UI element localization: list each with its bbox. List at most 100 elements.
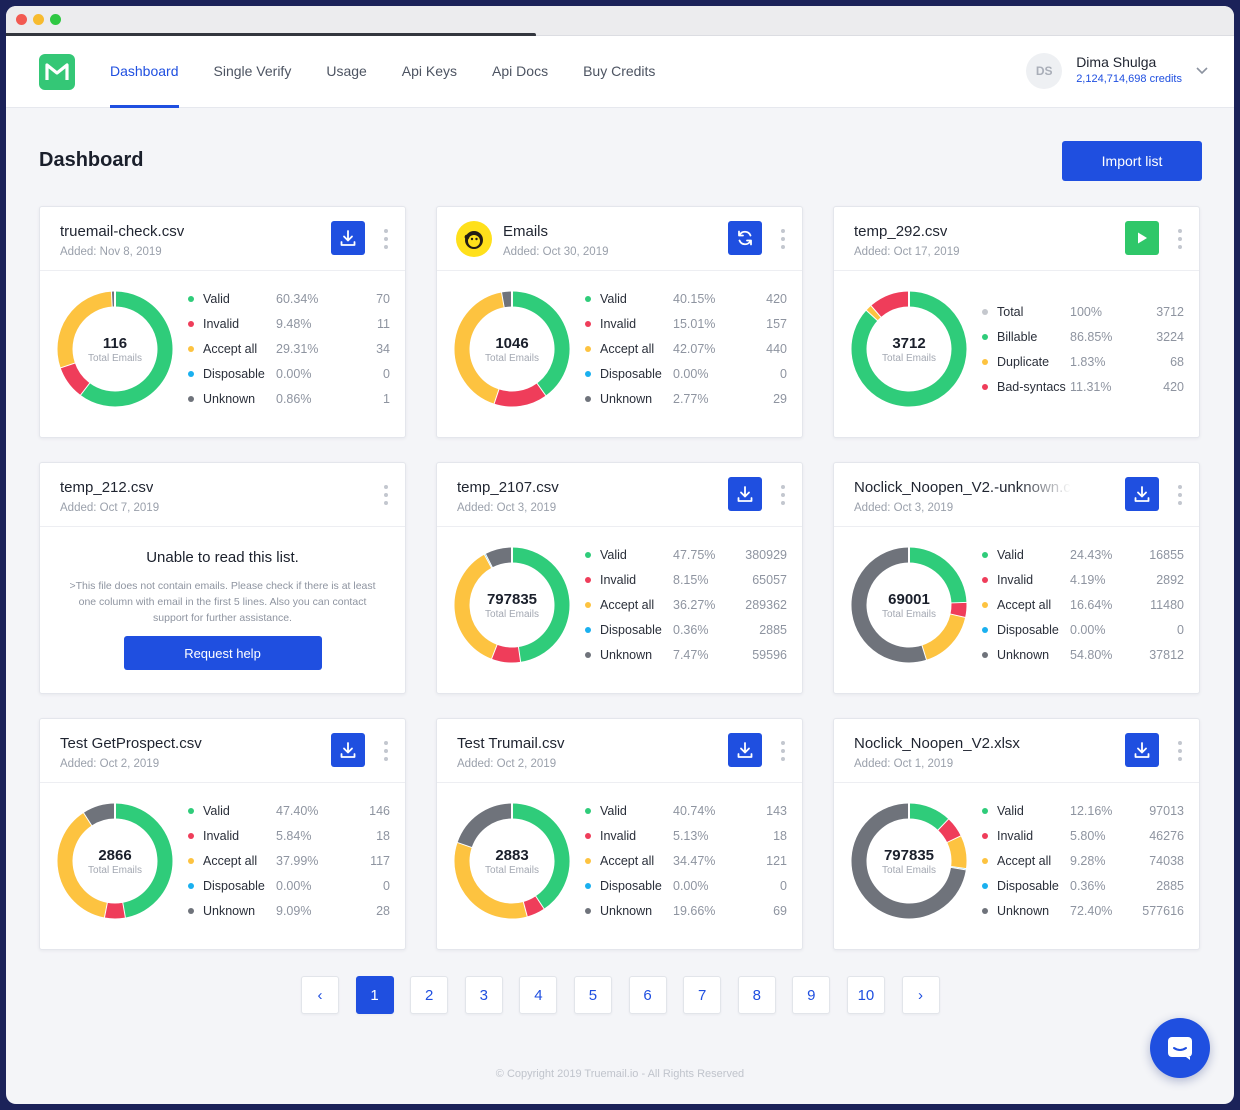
truemail-logo-icon[interactable] — [39, 54, 75, 90]
stat-row: Disposable 0.00% 0 — [585, 362, 787, 387]
stat-count: 440 — [766, 342, 787, 356]
nav-link-api-docs[interactable]: Api Docs — [492, 36, 548, 108]
refresh-button[interactable] — [728, 221, 762, 255]
prev-page-button[interactable]: ‹ — [301, 976, 339, 1014]
stat-percent: 72.40% — [1070, 904, 1113, 918]
card-title[interactable]: Test Trumail.csv — [457, 735, 565, 752]
card-title[interactable]: truemail-check.csv — [60, 223, 184, 240]
stat-row: Valid 12.16% 97013 — [982, 799, 1184, 824]
legend-dot-unknown — [982, 652, 988, 658]
card-title[interactable]: Noclick_Noopen_V2.-unknown.c — [854, 479, 1071, 496]
stat-percent: 1.83% — [1070, 354, 1106, 369]
stat-row: Disposable 0.00% 0 — [585, 874, 787, 899]
stat-count: 121 — [766, 854, 787, 868]
mailchimp-logo-icon — [456, 221, 492, 257]
page-button-9[interactable]: 9 — [792, 976, 831, 1014]
next-page-button[interactable]: › — [901, 976, 940, 1014]
stat-label: Disposable — [997, 623, 1059, 637]
stat-count: 68 — [1170, 354, 1184, 369]
page-button-4[interactable]: 4 — [519, 976, 558, 1014]
more-options-icon[interactable] — [778, 741, 788, 761]
request-help-button[interactable]: Request help — [123, 636, 322, 670]
stat-percent: 0.00% — [276, 879, 312, 893]
more-options-icon[interactable] — [1175, 741, 1185, 761]
stat-percent: 9.48% — [276, 317, 312, 331]
nav-link-usage[interactable]: Usage — [326, 36, 366, 108]
stat-row: Valid 60.34% 70 — [188, 287, 390, 312]
legend-dot-disposable — [585, 883, 591, 889]
card-header: truemail-check.csv Added: Nov 8, 2019 — [40, 207, 405, 271]
donut-chart — [851, 546, 968, 663]
download-button[interactable] — [331, 221, 365, 255]
download-button[interactable] — [1125, 733, 1159, 767]
download-button[interactable] — [331, 733, 365, 767]
card-title[interactable]: Test GetProspect.csv — [60, 735, 202, 752]
card-title[interactable]: temp_2107.csv — [457, 479, 559, 496]
card-header: Test GetProspect.csv Added: Oct 2, 2019 — [40, 719, 405, 783]
more-options-icon[interactable] — [1175, 485, 1185, 505]
donut-segment-invalid — [493, 383, 546, 407]
nav-link-dashboard[interactable]: Dashboard — [110, 36, 179, 108]
page-button-6[interactable]: 6 — [628, 976, 667, 1014]
more-options-icon[interactable] — [381, 741, 391, 761]
stat-count: 34 — [376, 342, 390, 356]
stat-label: Unknown — [600, 392, 653, 406]
stat-percent: 0.36% — [1070, 879, 1106, 893]
more-options-icon[interactable] — [778, 485, 788, 505]
stat-percent: 8.15% — [673, 573, 709, 587]
card-title[interactable]: temp_212.csv — [60, 479, 153, 496]
donut-segment-bad-syntacs — [871, 291, 910, 318]
donut-segment-valid — [908, 803, 949, 831]
legend-dot-total — [982, 308, 988, 315]
stat-label: Unknown — [997, 904, 1050, 918]
donut-segment-unknown — [485, 547, 513, 568]
download-button[interactable] — [728, 477, 762, 511]
stat-label: Invalid — [600, 829, 637, 843]
card-title[interactable]: Noclick_Noopen_V2.xlsx — [854, 735, 1020, 752]
card-title[interactable]: temp_292.csv — [854, 223, 947, 240]
more-options-icon[interactable] — [778, 229, 788, 249]
legend-dot-duplicate — [982, 358, 988, 365]
page-button-8[interactable]: 8 — [737, 976, 776, 1014]
donut-segment-accept-all — [921, 614, 966, 660]
stat-label: Valid — [600, 292, 627, 306]
chevron-down-icon[interactable] — [1196, 64, 1208, 78]
play-button[interactable] — [1125, 221, 1159, 255]
page-button-5[interactable]: 5 — [573, 976, 612, 1014]
legend-dot-disposable — [982, 883, 988, 889]
page-button-3[interactable]: 3 — [464, 976, 503, 1014]
avatar[interactable]: DS — [1026, 53, 1063, 89]
stat-count: 1 — [383, 392, 390, 406]
user-menu[interactable]: DS Dima Shulga 2,124,714,698 credits — [1026, 53, 1208, 89]
page-button-10[interactable]: 10 — [846, 976, 885, 1014]
minimize-window-button[interactable] — [33, 14, 44, 25]
stat-percent: 2.77% — [673, 392, 709, 406]
stat-count: 3712 — [1156, 304, 1184, 319]
stat-count: 74038 — [1149, 854, 1184, 868]
nav-link-single-verify[interactable]: Single Verify — [214, 36, 292, 108]
page-button-2[interactable]: 2 — [410, 976, 449, 1014]
import-list-button[interactable]: Import list — [1062, 141, 1202, 181]
more-options-icon[interactable] — [1175, 229, 1185, 249]
error-title: Unable to read this list. — [146, 549, 299, 566]
maximize-window-button[interactable] — [50, 14, 61, 25]
stat-label: Valid — [997, 804, 1024, 818]
download-button[interactable] — [728, 733, 762, 767]
more-options-icon[interactable] — [381, 485, 391, 505]
card-title[interactable]: Emails — [503, 223, 548, 240]
list-card: Emails Added: Oct 30, 2019 1046 Total Email… — [436, 206, 803, 438]
chat-launcher-button[interactable] — [1150, 1018, 1210, 1078]
close-window-button[interactable] — [16, 14, 27, 25]
stat-label: Disposable — [600, 367, 662, 381]
download-button[interactable] — [1125, 477, 1159, 511]
more-options-icon[interactable] — [381, 229, 391, 249]
stat-row: Invalid 5.84% 18 — [188, 824, 390, 849]
stat-count: 380929 — [745, 548, 787, 562]
page-button-1[interactable]: 1 — [355, 976, 394, 1014]
legend-dot-invalid — [585, 833, 591, 839]
legend-dot-accept-all — [188, 858, 194, 864]
page-button-7[interactable]: 7 — [683, 976, 722, 1014]
stat-label: Unknown — [997, 648, 1050, 662]
nav-link-buy-credits[interactable]: Buy Credits — [583, 36, 655, 108]
nav-link-api-keys[interactable]: Api Keys — [402, 36, 457, 108]
